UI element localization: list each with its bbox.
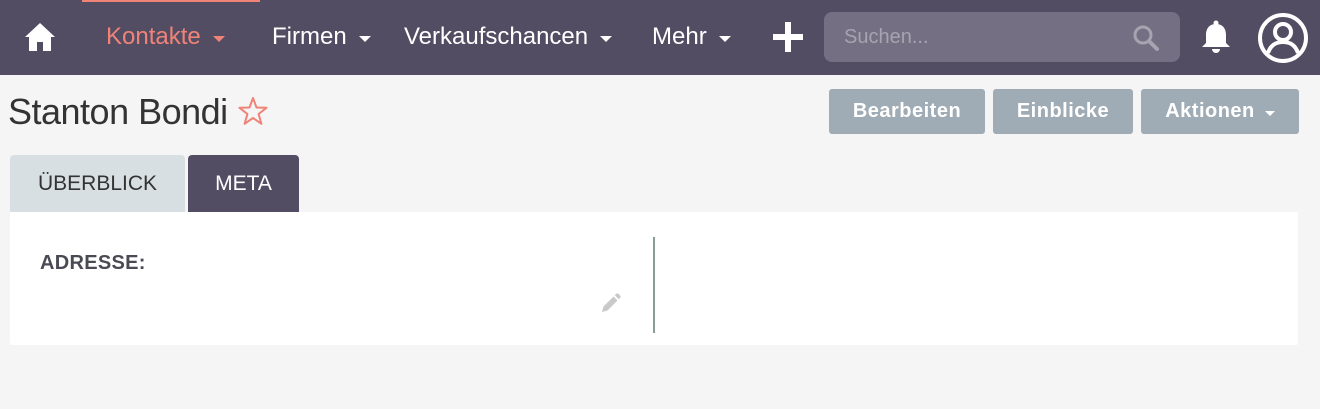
address-label: ADRESSE:: [40, 252, 146, 274]
nav-item-mehr[interactable]: Mehr: [652, 22, 731, 52]
nav-item-firmen[interactable]: Firmen: [272, 22, 371, 52]
quick-create-button[interactable]: [770, 19, 806, 55]
column-divider: [653, 237, 655, 333]
user-avatar-icon[interactable]: [1257, 12, 1309, 64]
tab-label: META: [215, 171, 272, 195]
home-icon: [25, 23, 55, 51]
active-module-indicator: [82, 0, 260, 2]
tab-label: ÜBERBLICK: [37, 171, 158, 195]
tab-meta[interactable]: META: [188, 155, 299, 212]
edit-button[interactable]: Bearbeiten: [829, 89, 985, 134]
global-search[interactable]: [824, 12, 1180, 62]
nav-item-label: Verkaufschancen: [404, 23, 589, 50]
detail-panel: ADRESSE:: [10, 212, 1298, 345]
caret-down-icon: [600, 35, 613, 42]
nav-item-label: Mehr: [652, 23, 707, 50]
bell-icon[interactable]: [1197, 19, 1235, 57]
insights-button[interactable]: Einblicke: [993, 89, 1133, 134]
top-navigation-bar: Kontakte Firmen Verkaufschancen Mehr: [0, 0, 1320, 75]
edit-button-label: Bearbeiten: [852, 100, 962, 122]
nav-item-kontakte[interactable]: Kontakte: [106, 22, 225, 52]
star-icon[interactable]: [236, 95, 270, 129]
nav-item-label: Kontakte: [106, 23, 201, 50]
tab-ueberblick[interactable]: ÜBERBLICK: [10, 155, 185, 212]
record-name: Stanton Bondi: [8, 91, 228, 132]
home-button[interactable]: [22, 19, 58, 55]
nav-item-label: Firmen: [272, 23, 347, 50]
caret-down-icon: [1264, 110, 1275, 116]
search-icon[interactable]: [1132, 24, 1160, 52]
pencil-icon[interactable]: [598, 292, 622, 316]
search-input[interactable]: [824, 12, 1124, 62]
page-title: Stanton Bondi: [8, 90, 270, 134]
nav-item-verkaufschancen[interactable]: Verkaufschancen: [404, 22, 613, 52]
caret-down-icon: [212, 35, 225, 42]
insights-button-label: Einblicke: [1016, 100, 1110, 122]
caret-down-icon: [358, 35, 371, 42]
actions-button-label: Aktionen: [1165, 100, 1255, 122]
caret-down-icon: [718, 35, 731, 42]
actions-dropdown-button[interactable]: Aktionen: [1141, 89, 1299, 134]
